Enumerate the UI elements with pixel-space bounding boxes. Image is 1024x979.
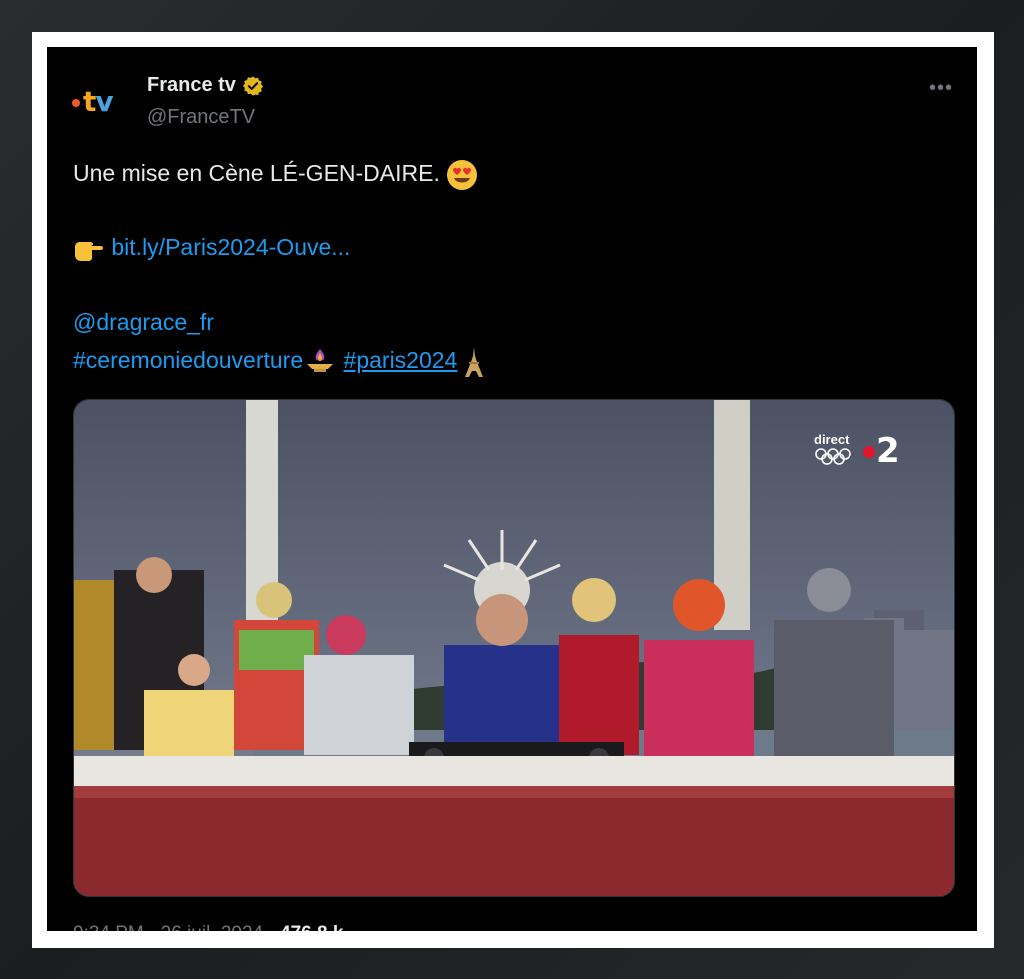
view-count: 476,8 k [280, 923, 343, 931]
logo-letter-t: t [83, 84, 96, 118]
timestamp[interactable]: 9:34 PM · 26 juil. 2024 · [73, 923, 280, 931]
heart-eyes-emoji-icon [447, 160, 478, 190]
logo-letter-v: v [95, 84, 113, 118]
channel-number: 2 [876, 431, 900, 471]
hashtag-link[interactable]: #paris2024 [344, 347, 458, 373]
video-frame: direct 2 [74, 400, 954, 896]
mention-line: @dragrace_fr [73, 309, 214, 336]
pointing-hand-emoji-icon [75, 241, 103, 261]
screenshot-frame: t v France tv @FranceTV ••• Une mise en … [32, 32, 994, 948]
tweet-card: t v France tv @FranceTV ••• Une mise en … [47, 47, 977, 931]
display-name[interactable]: France tv [147, 74, 236, 97]
verified-badge-icon [242, 75, 264, 96]
user-handle[interactable]: @FranceTV [147, 106, 255, 129]
account-avatar[interactable]: t v [72, 83, 132, 119]
short-link[interactable]: bit.ly/Paris2024-Ouve... [111, 234, 350, 260]
mention-link[interactable]: @dragrace_fr [73, 309, 214, 335]
channel-dot-icon [863, 446, 875, 458]
more-options-icon[interactable]: ••• [929, 77, 953, 100]
logo-dot [72, 99, 80, 107]
olympic-cauldron-emoji-icon [307, 349, 334, 372]
author-name-row: France tv [147, 74, 264, 97]
tweet-text-line: Une mise en Cène LÉ-GEN-DAIRE. [73, 159, 478, 191]
eiffel-tower-emoji-icon [464, 347, 483, 377]
broadcast-label: direct [814, 432, 850, 447]
hashtag-link[interactable]: #ceremoniedouverture [73, 347, 303, 373]
tweet-text: Une mise en Cène LÉ-GEN-DAIRE. [73, 160, 440, 187]
hashtags-line: #ceremoniedouverture #paris2024 [73, 346, 484, 378]
tweet-meta: 9:34 PM · 26 juil. 2024 · 476,8 k [73, 923, 343, 931]
link-line: bit.ly/Paris2024-Ouve... [73, 234, 350, 263]
video-player[interactable]: direct 2 [73, 399, 955, 897]
